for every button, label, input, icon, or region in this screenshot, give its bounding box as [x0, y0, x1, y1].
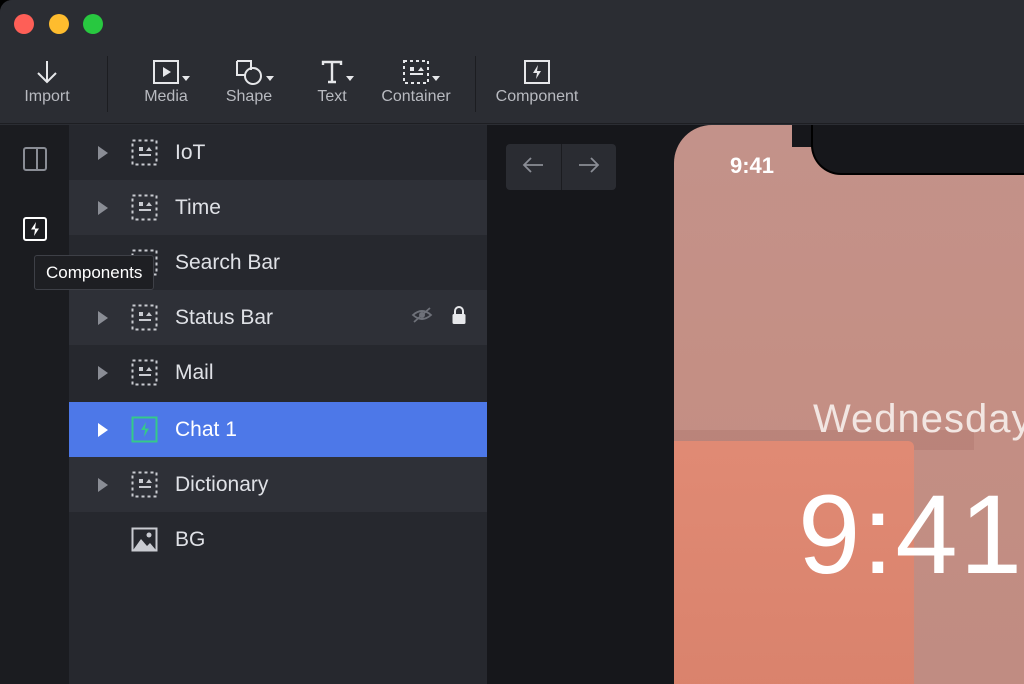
layer-label: Time: [175, 195, 221, 219]
status-bar-time: 9:41: [730, 153, 775, 178]
eye-hidden-icon[interactable]: [411, 306, 433, 329]
layer-row-time[interactable]: Time: [69, 180, 487, 235]
container-label: Container: [381, 88, 451, 105]
container-icon: [131, 304, 158, 331]
expand-triangle-icon[interactable]: [98, 200, 108, 215]
container-icon: [131, 471, 158, 498]
text-button[interactable]: Text: [313, 54, 354, 114]
zoom-window-button[interactable]: [83, 14, 103, 34]
media-play-icon: [152, 54, 190, 90]
layer-row-chat-1[interactable]: Chat 1: [69, 402, 487, 457]
shape-label: Shape: [225, 88, 273, 105]
container-icon: [402, 54, 440, 90]
close-window-button[interactable]: [14, 14, 34, 34]
import-label: Import: [24, 88, 70, 105]
layer-row-status-bar[interactable]: Status Bar: [69, 290, 487, 345]
shape-button[interactable]: Shape: [222, 54, 276, 114]
history-nav: [506, 144, 616, 190]
title-bar: [0, 0, 1024, 44]
phone-notch: [811, 125, 1024, 175]
image-icon: [131, 526, 158, 553]
container-button[interactable]: Container: [377, 54, 455, 114]
text-icon: [320, 54, 354, 90]
layer-row-mail[interactable]: Mail: [69, 345, 487, 400]
chevron-down-icon: [346, 76, 354, 81]
layer-row-bg[interactable]: BG: [69, 512, 487, 567]
import-button[interactable]: Import: [18, 54, 76, 114]
layer-label: Chat 1: [175, 417, 237, 441]
chevron-down-icon: [432, 76, 440, 81]
layer-row-actions: [411, 305, 467, 330]
toolbar-divider: [107, 56, 108, 112]
expand-triangle-icon[interactable]: [98, 365, 108, 380]
expand-triangle-icon[interactable]: [98, 422, 108, 437]
shape-icon: [234, 54, 274, 90]
component-icon: [131, 416, 158, 443]
app-window: Import Media Shape Text Container Compon…: [0, 0, 1024, 684]
layer-label: Mail: [175, 360, 214, 384]
chevron-down-icon: [182, 76, 190, 81]
lockscreen-time: 9:41: [798, 472, 1024, 597]
component-label: Component: [495, 88, 579, 105]
chevron-down-icon: [266, 76, 274, 81]
left-icon-bar: [0, 125, 69, 684]
media-button[interactable]: Media: [138, 54, 194, 114]
lock-icon[interactable]: [451, 305, 467, 330]
layer-label: Search Bar: [175, 250, 281, 274]
toolbar: Import Media Shape Text Container Compon…: [0, 44, 1024, 124]
expand-triangle-icon[interactable]: [98, 145, 108, 160]
layers-panel: IoT Time Search Bar Status Bar Mail Chat…: [69, 125, 487, 684]
undo-button[interactable]: [506, 144, 561, 190]
container-icon: [131, 359, 158, 386]
media-label: Media: [144, 88, 188, 105]
layer-row-iot[interactable]: IoT: [69, 125, 487, 180]
component-icon: [523, 54, 551, 90]
layer-label: Dictionary: [175, 472, 269, 496]
design-canvas[interactable]: 9:41 Wednesday 9:41: [487, 125, 1024, 684]
components-panel-icon[interactable]: [21, 215, 49, 243]
expand-triangle-icon[interactable]: [98, 310, 108, 325]
arrow-left-icon: [522, 156, 544, 179]
component-button[interactable]: Component: [490, 54, 584, 114]
panel-toggle-icon[interactable]: [21, 145, 49, 173]
minimize-window-button[interactable]: [49, 14, 69, 34]
layer-label: Status Bar: [175, 305, 274, 329]
arrow-right-icon: [578, 156, 600, 179]
phone-artboard[interactable]: 9:41 Wednesday 9:41: [674, 125, 1024, 684]
components-tooltip: Components: [34, 255, 155, 290]
lockscreen-day: Wednesday: [813, 397, 1024, 441]
container-icon: [131, 194, 158, 221]
layer-label: BG: [175, 527, 206, 551]
layer-row-dictionary[interactable]: Dictionary: [69, 457, 487, 512]
expand-triangle-icon[interactable]: [98, 477, 108, 492]
layer-label: IoT: [175, 140, 206, 164]
toolbar-divider: [475, 56, 476, 112]
container-icon: [131, 139, 158, 166]
download-arrow-icon: [34, 54, 60, 90]
text-label: Text: [317, 88, 347, 105]
redo-button[interactable]: [561, 144, 616, 190]
